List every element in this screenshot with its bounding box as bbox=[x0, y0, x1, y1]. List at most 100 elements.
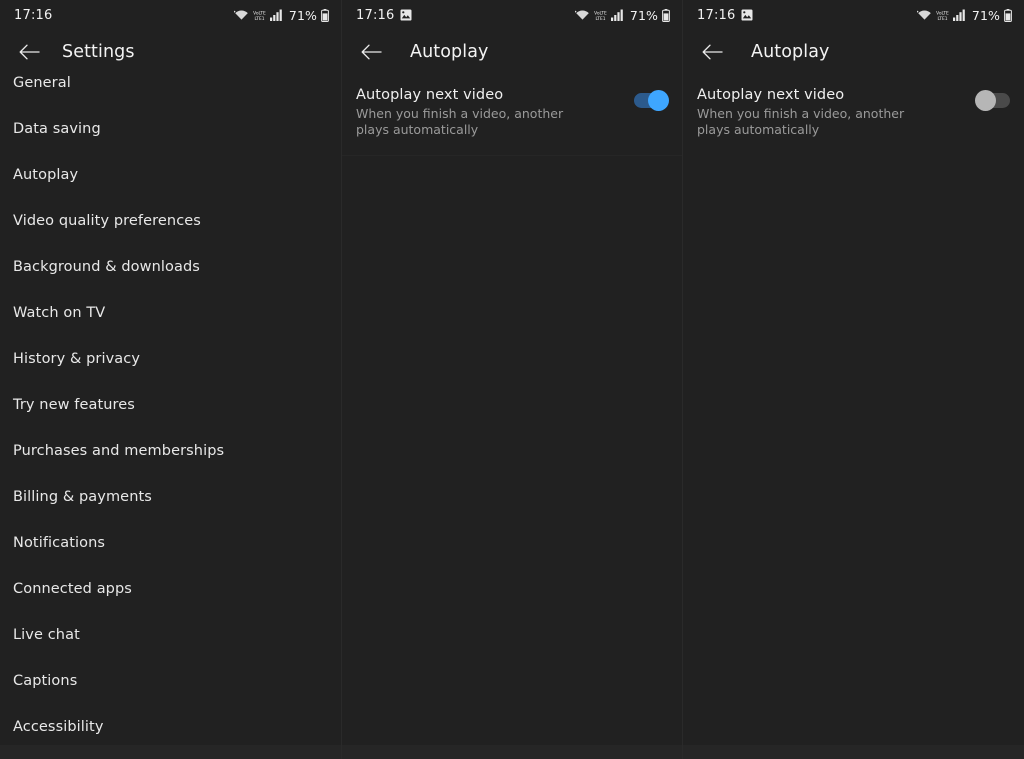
status-bar-right: VoLTE LTE1 71% bbox=[233, 7, 329, 23]
preference-text: Autoplay next video When you finish a vi… bbox=[697, 86, 976, 138]
list-item-label: Connected apps bbox=[13, 581, 132, 597]
battery-percent-label: 71% bbox=[288, 7, 317, 23]
app-bar: Settings bbox=[0, 30, 341, 74]
back-arrow-icon bbox=[19, 44, 40, 60]
page-title: Autoplay bbox=[410, 42, 489, 62]
preference-text: Autoplay next video When you finish a vi… bbox=[356, 86, 634, 138]
autoplay-panel-off: 17:16 VoLTE LTE1 71% Autoplay Autoplay n… bbox=[682, 0, 1024, 759]
sidebar-item-try-new-features[interactable]: Try new features bbox=[0, 382, 341, 428]
preference-section: Autoplay next video When you finish a vi… bbox=[683, 74, 1024, 138]
svg-text:LTE1: LTE1 bbox=[937, 16, 947, 22]
sidebar-item-notifications[interactable]: Notifications bbox=[0, 520, 341, 566]
sidebar-item-data-saving[interactable]: Data saving bbox=[0, 106, 341, 152]
list-item-label: Notifications bbox=[13, 535, 106, 551]
sidebar-item-purchases-and-memberships[interactable]: Purchases and memberships bbox=[0, 428, 341, 474]
sidebar-item-connected-apps[interactable]: Connected apps bbox=[0, 566, 341, 612]
three-panel-screenshot: 17:16 VoLTE LTE1 71% Settings General Da… bbox=[0, 0, 1024, 759]
preference-section: Autoplay next video When you finish a vi… bbox=[342, 74, 682, 138]
list-item-label: Data saving bbox=[13, 121, 101, 137]
sidebar-item-history-privacy[interactable]: History & privacy bbox=[0, 336, 341, 382]
svg-text:LTE1: LTE1 bbox=[595, 16, 605, 22]
sidebar-item-billing-payments[interactable]: Billing & payments bbox=[0, 474, 341, 520]
app-bar: Autoplay bbox=[683, 30, 1024, 74]
back-button[interactable] bbox=[356, 37, 386, 67]
content-divider bbox=[342, 155, 682, 156]
list-item-label: Autoplay bbox=[13, 167, 79, 183]
signal-bars-icon bbox=[952, 9, 966, 21]
volte-icon: VoLTE LTE1 bbox=[594, 9, 607, 22]
list-item-label: History & privacy bbox=[13, 351, 141, 367]
wifi-icon bbox=[574, 9, 590, 21]
preference-title: Autoplay next video bbox=[697, 87, 845, 103]
status-bar: 17:16 VoLTE LTE1 71% bbox=[683, 0, 1024, 30]
wifi-icon bbox=[916, 9, 932, 21]
status-bar-clock: 17:16 bbox=[356, 7, 395, 23]
sidebar-item-captions[interactable]: Captions bbox=[0, 658, 341, 704]
svg-text:LTE1: LTE1 bbox=[254, 16, 264, 22]
preference-title: Autoplay next video bbox=[356, 87, 504, 103]
sidebar-item-live-chat[interactable]: Live chat bbox=[0, 612, 341, 658]
page-title: Settings bbox=[62, 42, 135, 62]
sidebar-item-general[interactable]: General bbox=[0, 76, 341, 106]
battery-icon bbox=[1004, 8, 1012, 22]
back-button[interactable] bbox=[697, 37, 727, 67]
svg-text:VoLTE: VoLTE bbox=[936, 10, 949, 16]
status-bar: 17:16 VoLTE LTE1 71% bbox=[0, 0, 341, 30]
toggle-knob bbox=[975, 89, 996, 111]
list-item-label: General bbox=[13, 75, 71, 91]
screenshot-image-icon bbox=[400, 9, 412, 21]
svg-text:VoLTE: VoLTE bbox=[253, 10, 266, 16]
page-title: Autoplay bbox=[751, 42, 830, 62]
system-navigation-bar bbox=[683, 745, 1024, 759]
list-item-label: Captions bbox=[13, 673, 78, 689]
signal-bars-icon bbox=[610, 9, 624, 21]
settings-list: General Data saving Autoplay Video quali… bbox=[0, 74, 341, 750]
list-item-label: Live chat bbox=[13, 627, 80, 643]
status-bar-clock: 17:16 bbox=[14, 7, 53, 23]
battery-percent-label: 71% bbox=[629, 7, 658, 23]
screenshot-image-icon bbox=[741, 9, 753, 21]
autoplay-toggle-switch[interactable] bbox=[634, 89, 669, 111]
wifi-icon bbox=[233, 9, 249, 21]
list-item-label: Try new features bbox=[13, 397, 135, 413]
svg-text:VoLTE: VoLTE bbox=[594, 10, 607, 16]
status-bar: 17:16 VoLTE LTE1 71% bbox=[342, 0, 682, 30]
battery-percent-label: 71% bbox=[971, 7, 1000, 23]
battery-icon bbox=[321, 8, 329, 22]
battery-icon bbox=[662, 8, 670, 22]
status-bar-right: VoLTE LTE1 71% bbox=[916, 7, 1012, 23]
signal-bars-icon bbox=[269, 9, 283, 21]
list-item-label: Background & downloads bbox=[13, 259, 200, 275]
list-item-label: Accessibility bbox=[13, 719, 104, 735]
autoplay-panel-on: 17:16 VoLTE LTE1 71% Autoplay Autoplay n… bbox=[341, 0, 682, 759]
list-item-label: Purchases and memberships bbox=[13, 443, 225, 459]
back-arrow-icon bbox=[361, 44, 382, 60]
status-bar-clock: 17:16 bbox=[697, 7, 736, 23]
sidebar-item-watch-on-tv[interactable]: Watch on TV bbox=[0, 290, 341, 336]
autoplay-toggle-switch[interactable] bbox=[975, 89, 1010, 111]
list-item-label: Video quality preferences bbox=[13, 213, 201, 229]
list-item-label: Billing & payments bbox=[13, 489, 152, 505]
system-navigation-bar bbox=[0, 745, 341, 759]
sidebar-item-video-quality-preferences[interactable]: Video quality preferences bbox=[0, 198, 341, 244]
app-bar: Autoplay bbox=[342, 30, 682, 74]
back-arrow-icon bbox=[702, 44, 723, 60]
system-navigation-bar bbox=[342, 745, 682, 759]
autoplay-next-video-row[interactable]: Autoplay next video When you finish a vi… bbox=[683, 86, 1024, 138]
sidebar-item-autoplay[interactable]: Autoplay bbox=[0, 152, 341, 198]
status-bar-left: 17:16 bbox=[697, 8, 753, 23]
status-bar-left: 17:16 bbox=[14, 8, 52, 23]
sidebar-item-accessibility[interactable]: Accessibility bbox=[0, 704, 341, 750]
status-bar-right: VoLTE LTE1 71% bbox=[574, 7, 670, 23]
status-bar-left: 17:16 bbox=[356, 8, 412, 23]
back-button[interactable] bbox=[14, 37, 44, 67]
volte-icon: VoLTE LTE1 bbox=[253, 9, 266, 22]
list-item-label: Watch on TV bbox=[13, 305, 106, 321]
toggle-knob bbox=[648, 89, 669, 111]
preference-subtitle: When you finish a video, another plays a… bbox=[697, 106, 905, 137]
volte-icon: VoLTE LTE1 bbox=[936, 9, 949, 22]
settings-panel: 17:16 VoLTE LTE1 71% Settings General Da… bbox=[0, 0, 341, 759]
sidebar-item-background-downloads[interactable]: Background & downloads bbox=[0, 244, 341, 290]
autoplay-next-video-row[interactable]: Autoplay next video When you finish a vi… bbox=[342, 86, 682, 138]
preference-subtitle: When you finish a video, another plays a… bbox=[356, 106, 564, 137]
